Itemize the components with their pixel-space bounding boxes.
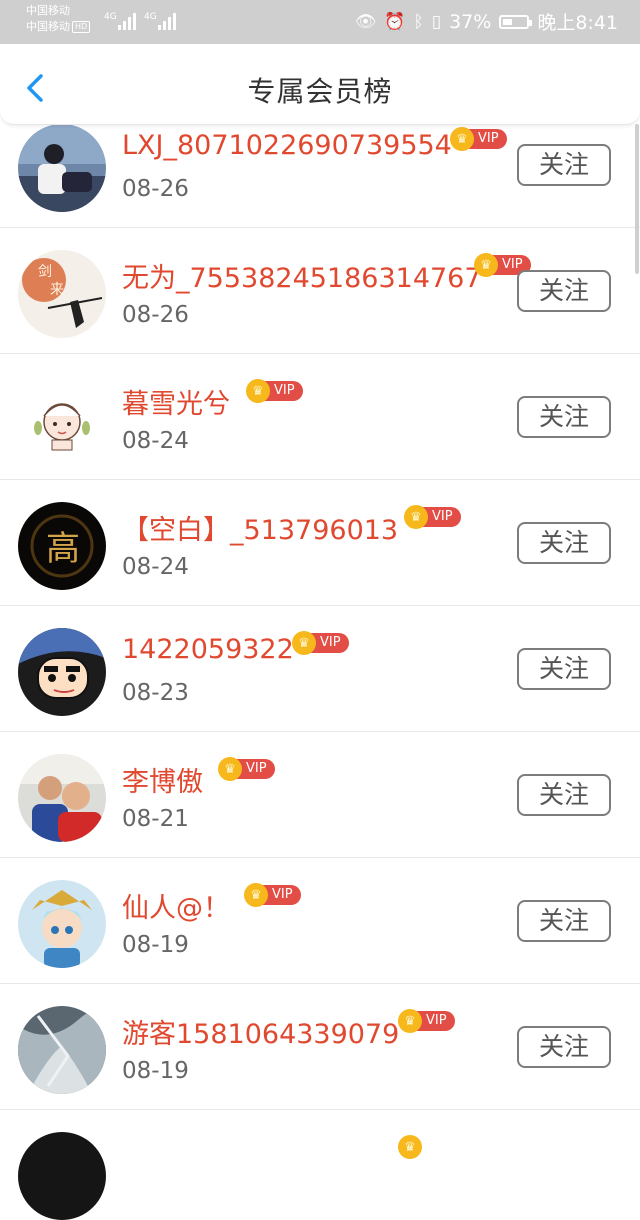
svg-text:高: 高 <box>46 529 80 569</box>
signal-icon <box>158 12 176 30</box>
hd-badge: HD <box>72 21 91 33</box>
follow-button[interactable]: 关注 <box>517 1026 611 1068</box>
avatar[interactable] <box>18 1132 106 1220</box>
avatar[interactable] <box>18 124 106 212</box>
member-name[interactable]: 【空白】_513796013 <box>122 508 398 547</box>
eye-icon: 👁 <box>354 11 377 32</box>
crown-icon: ♛ <box>398 1135 422 1159</box>
crown-icon: ♛ <box>450 127 474 151</box>
avatar[interactable] <box>18 1006 106 1094</box>
list-item[interactable]: 高 【空白】_513796013 ♛ VIP 08-24 关注 <box>0 480 640 606</box>
app-header: 专属会员榜 <box>0 44 640 125</box>
list-item[interactable]: 1422059322 ♛ VIP 08-23 关注 <box>0 606 640 732</box>
clock: 晚上8:41 <box>537 12 618 34</box>
join-date: 08-23 <box>122 680 189 706</box>
avatar[interactable] <box>18 628 106 716</box>
member-name[interactable]: LXJ_8071022690739554 <box>122 130 452 161</box>
member-name[interactable]: 暮雪光兮 <box>122 382 230 421</box>
svg-text:剑: 剑 <box>38 264 52 280</box>
crown-icon: ♛ <box>398 1009 422 1033</box>
vip-badge: ♛ VIP <box>244 883 301 907</box>
avatar[interactable]: 高 <box>18 502 106 590</box>
join-date: 08-26 <box>122 176 189 202</box>
battery-icon <box>499 14 533 29</box>
list-item[interactable]: 李博傲 ♛ VIP 08-21 关注 <box>0 732 640 858</box>
member-name[interactable]: 仙人@！ <box>122 886 230 925</box>
battery-percent: 37% <box>449 10 492 33</box>
member-name[interactable]: 1422059322 <box>122 634 294 665</box>
join-date: 08-24 <box>122 428 189 454</box>
follow-button[interactable]: 关注 <box>517 774 611 816</box>
avatar[interactable] <box>18 376 106 464</box>
carrier-info: 中国移动 中国移动 HD <box>26 3 91 35</box>
follow-button[interactable]: 关注 <box>517 900 611 942</box>
scroll-indicator[interactable] <box>634 124 640 274</box>
crown-icon: ♛ <box>404 505 428 529</box>
carrier-1: 中国移动 <box>26 4 70 17</box>
list-item[interactable]: ♛ <box>0 1110 640 1220</box>
join-date: 08-19 <box>122 1058 189 1084</box>
alarm-icon: ⏰ <box>384 11 406 32</box>
join-date: 08-26 <box>122 302 189 328</box>
avatar[interactable] <box>18 754 106 842</box>
vip-badge: ♛ VIP <box>450 127 507 151</box>
join-date: 08-21 <box>122 806 189 832</box>
follow-button[interactable]: 关注 <box>517 396 611 438</box>
carrier-2: 中国移动 <box>26 20 70 33</box>
network-type-2: 4G <box>144 12 157 22</box>
network-type-1: 4G <box>104 12 117 22</box>
follow-button[interactable]: 关注 <box>517 522 611 564</box>
svg-text:来: 来 <box>50 282 64 298</box>
join-date: 08-24 <box>122 554 189 580</box>
member-name[interactable]: 游客1581064339079 <box>122 1012 399 1051</box>
follow-button[interactable]: 关注 <box>517 270 611 312</box>
follow-button[interactable]: 关注 <box>517 144 611 186</box>
crown-icon: ♛ <box>246 379 270 403</box>
signal-icon <box>118 12 136 30</box>
crown-icon: ♛ <box>292 631 316 655</box>
avatar[interactable] <box>18 880 106 968</box>
avatar[interactable]: 剑 来 <box>18 250 106 338</box>
follow-button[interactable]: 关注 <box>517 648 611 690</box>
crown-icon: ♛ <box>244 883 268 907</box>
vip-badge: ♛ VIP <box>404 505 461 529</box>
status-right: 👁 ⏰ ᛒ ▯ 37% 晚上8:41 <box>355 8 618 35</box>
vibrate-icon: ▯ <box>431 11 442 32</box>
page-title: 专属会员榜 <box>247 75 393 108</box>
member-name[interactable]: 李博傲 <box>122 760 203 799</box>
crown-icon: ♛ <box>474 253 498 277</box>
list-item[interactable]: 仙人@！ ♛ VIP 08-19 关注 <box>0 858 640 984</box>
vip-badge: ♛ <box>398 1135 422 1159</box>
vip-badge: ♛ VIP <box>398 1009 455 1033</box>
vip-badge: ♛ VIP <box>292 631 349 655</box>
status-bar: 中国移动 中国移动 HD 4G 4G 👁 ⏰ ᛒ ▯ 37% 晚上8:41 <box>0 0 640 44</box>
bluetooth-icon: ᛒ <box>413 11 424 32</box>
vip-badge: ♛ VIP <box>218 757 275 781</box>
list-item[interactable]: 剑 来 无为_75538245186314767 ♛ VIP 08-26 关注 <box>0 228 640 354</box>
vip-badge: ♛ VIP <box>246 379 303 403</box>
list-item[interactable]: 游客1581064339079 ♛ VIP 08-19 关注 <box>0 984 640 1110</box>
crown-icon: ♛ <box>218 757 242 781</box>
member-name[interactable]: 无为_75538245186314767 <box>122 256 482 295</box>
list-item[interactable]: 暮雪光兮 ♛ VIP 08-24 关注 <box>0 354 640 480</box>
join-date: 08-19 <box>122 932 189 958</box>
member-list[interactable]: LXJ_8071022690739554 ♛ VIP 08-26 关注 剑 来 … <box>0 102 640 1220</box>
